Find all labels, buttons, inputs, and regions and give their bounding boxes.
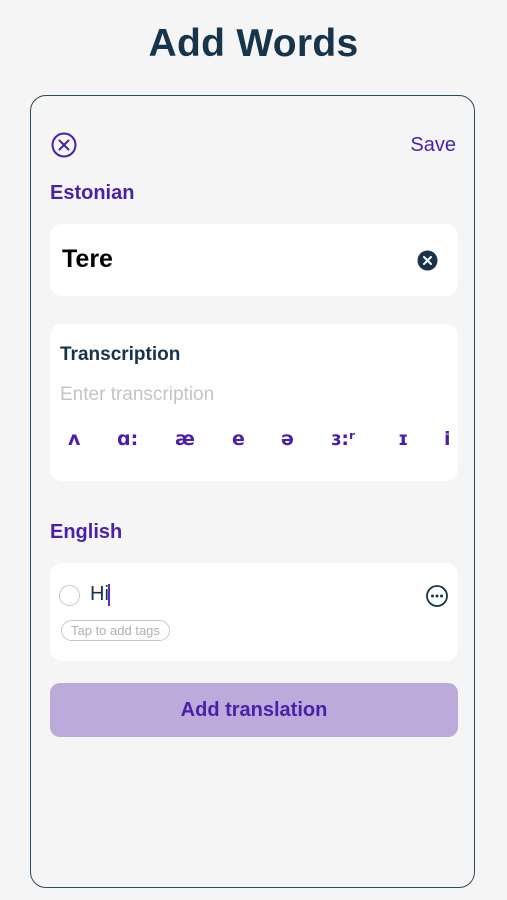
- page-title: Add Words: [148, 22, 359, 65]
- phonetic-symbol[interactable]: e: [232, 428, 245, 450]
- translation-panel: Tap to add tags: [50, 563, 458, 661]
- more-options-icon[interactable]: [426, 585, 448, 607]
- source-word-input[interactable]: [60, 244, 394, 275]
- add-translation-button[interactable]: Add translation: [50, 683, 458, 737]
- text-cursor: [108, 584, 110, 606]
- transcription-input[interactable]: [60, 384, 440, 406]
- close-icon[interactable]: [51, 132, 77, 158]
- transcription-panel: Transcription ʌ ɑ: æ e ə ɜ:ʳ ɪ i: [50, 324, 458, 481]
- phonetic-symbol[interactable]: æ: [175, 428, 195, 450]
- phonetic-symbol-row: ʌ ɑ: æ e ə ɜ:ʳ ɪ i: [50, 428, 458, 458]
- clear-icon[interactable]: [417, 250, 438, 271]
- phonetic-symbol[interactable]: ɜ:ʳ: [331, 428, 355, 450]
- source-language-label: Estonian: [50, 182, 135, 204]
- phonetic-symbol[interactable]: i: [444, 428, 451, 450]
- add-word-card: Save Estonian Transcription ʌ ɑ: æ e ə ɜ…: [30, 95, 475, 888]
- translation-radio[interactable]: [59, 585, 80, 606]
- phonetic-symbol[interactable]: ɑ:: [117, 428, 138, 450]
- source-word-panel: [50, 224, 458, 296]
- target-language-label: English: [50, 521, 123, 543]
- phonetic-symbol[interactable]: ʌ: [68, 428, 80, 450]
- save-button[interactable]: Save: [410, 134, 456, 157]
- translation-input[interactable]: [90, 583, 410, 606]
- phonetic-symbol[interactable]: ɪ: [398, 428, 408, 450]
- add-tags-chip[interactable]: Tap to add tags: [61, 620, 170, 641]
- phonetic-symbol[interactable]: ə: [281, 428, 294, 450]
- transcription-label: Transcription: [60, 344, 181, 365]
